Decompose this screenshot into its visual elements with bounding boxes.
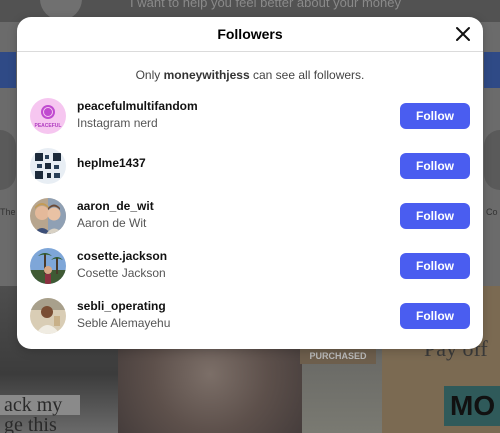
background-button-left xyxy=(0,52,16,88)
follower-fullname: Cosette Jackson xyxy=(77,266,166,280)
follower-row[interactable]: aaron_de_wit Aaron de Wit Follow xyxy=(17,196,483,246)
follower-username[interactable]: cosette.jackson xyxy=(77,249,167,264)
followers-dialog: Followers Only moneywithjess can see all… xyxy=(17,17,483,349)
avatar[interactable]: PEACEFUL xyxy=(30,98,66,134)
close-button[interactable] xyxy=(453,24,473,44)
avatar-image xyxy=(30,148,66,184)
follower-row[interactable]: PEACEFUL peacefulmultifandom Instagram n… xyxy=(17,96,483,146)
notice-owner: moneywithjess xyxy=(163,68,250,82)
close-icon xyxy=(456,27,470,41)
background-highlight-left xyxy=(0,130,16,190)
follow-button[interactable]: Follow xyxy=(400,203,470,229)
follower-row[interactable]: sebli_operating Seble Alemayehu Follow xyxy=(17,296,483,346)
background-post-caption: ge this xyxy=(4,414,57,433)
follower-row[interactable]: cosette.jackson Cosette Jackson Follow xyxy=(17,246,483,296)
follower-username[interactable]: peacefulmultifandom xyxy=(77,99,198,114)
follow-button[interactable]: Follow xyxy=(400,253,470,279)
avatar-image: PEACEFUL xyxy=(30,98,66,134)
follower-username[interactable]: sebli_operating xyxy=(77,299,170,314)
avatar[interactable] xyxy=(30,148,66,184)
avatar[interactable] xyxy=(30,248,66,284)
follower-names: heplme1437 xyxy=(77,149,146,171)
followers-list: PEACEFUL peacefulmultifandom Instagram n… xyxy=(17,96,483,346)
avatar[interactable] xyxy=(30,298,66,334)
avatar[interactable] xyxy=(30,198,66,234)
follower-names: peacefulmultifandom Instagram nerd xyxy=(77,99,198,131)
follower-fullname: Seble Alemayehu xyxy=(77,316,171,330)
follower-names: cosette.jackson Cosette Jackson xyxy=(77,249,167,281)
avatar-text: PEACEFUL xyxy=(35,123,62,129)
follower-names: sebli_operating Seble Alemayehu xyxy=(77,299,170,331)
follow-button[interactable]: Follow xyxy=(400,103,470,129)
background-highlight-label-right: Co xyxy=(486,207,498,217)
follow-button[interactable]: Follow xyxy=(400,153,470,179)
privacy-notice: Only moneywithjess can see all followers… xyxy=(17,67,483,83)
notice-prefix: Only xyxy=(135,68,161,82)
follower-row[interactable]: heplme1437 Follow xyxy=(17,146,483,196)
avatar-image xyxy=(30,248,66,284)
follow-button[interactable]: Follow xyxy=(400,303,470,329)
background-bio-text: I want to help you feel better about you… xyxy=(130,0,402,10)
dialog-header: Followers xyxy=(17,17,483,52)
background-post-brand: MO xyxy=(444,386,500,426)
dialog-title: Followers xyxy=(217,26,283,42)
follower-username[interactable]: heplme1437 xyxy=(77,156,146,171)
follower-fullname: Instagram nerd xyxy=(77,116,158,130)
background-purchased-label: PURCHASED xyxy=(300,348,376,364)
follower-names: aaron_de_wit Aaron de Wit xyxy=(77,199,154,231)
background-post-caption: ack my xyxy=(0,395,80,415)
notice-suffix: can see all followers. xyxy=(253,68,365,82)
avatar-image xyxy=(30,298,66,334)
follower-fullname: Aaron de Wit xyxy=(77,216,147,230)
background-button-right xyxy=(484,52,500,88)
background-highlight-label-left: The xyxy=(0,207,16,217)
avatar-image xyxy=(30,198,66,234)
follower-username[interactable]: aaron_de_wit xyxy=(77,199,154,214)
background-highlight-right xyxy=(484,130,500,190)
